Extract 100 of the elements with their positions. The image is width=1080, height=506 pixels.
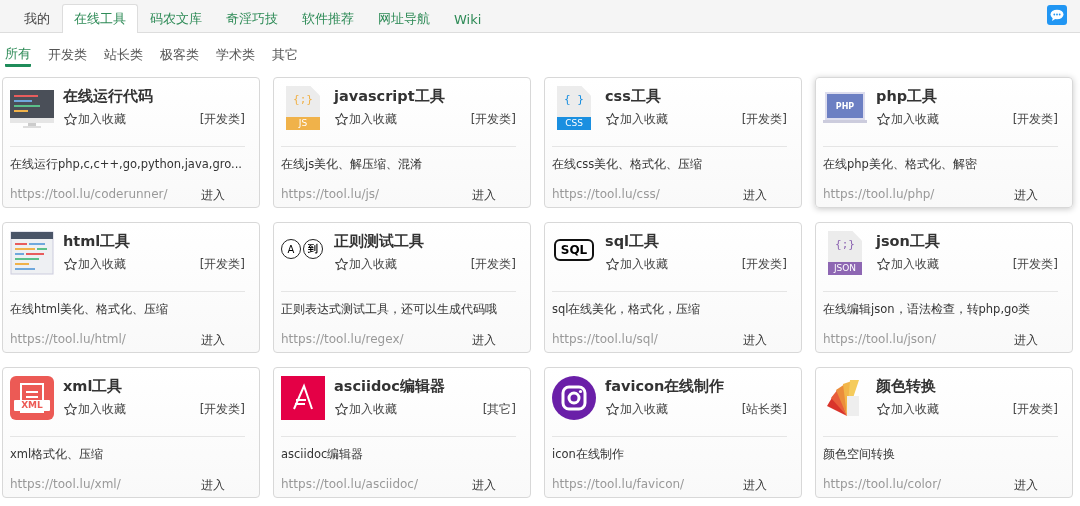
category-label[interactable]: [站长类] — [741, 401, 787, 418]
tool-description: asciidoc编辑器 — [281, 447, 365, 462]
favorite-button[interactable]: 加入收藏 — [876, 256, 939, 273]
favorite-button[interactable]: 加入收藏 — [334, 111, 397, 128]
enter-link[interactable]: 进入 — [472, 187, 496, 204]
filter-tab[interactable]: 站长类 — [104, 43, 143, 67]
star-icon — [334, 112, 349, 127]
tool-title[interactable]: asciidoc编辑器 — [334, 377, 516, 396]
document-icon: XML — [10, 376, 54, 420]
filter-tab[interactable]: 所有 — [5, 43, 31, 67]
tool-url: https://tool.lu/html/ — [10, 332, 126, 348]
enter-link[interactable]: 进入 — [743, 332, 767, 349]
filter-tab[interactable]: 开发类 — [48, 43, 87, 67]
category-label[interactable]: [开发类] — [1012, 401, 1058, 418]
tool-description: 在线运行php,c,c++,go,python,java,gro... — [10, 157, 243, 172]
tool-url: https://tool.lu/coderunner/ — [10, 187, 168, 203]
filter-tab[interactable]: 学术类 — [216, 43, 255, 67]
tool-url: https://tool.lu/json/ — [823, 332, 937, 348]
star-icon — [876, 402, 891, 417]
tool-url: https://tool.lu/php/ — [823, 187, 935, 203]
tool-title[interactable]: favicon在线制作 — [605, 377, 787, 396]
tool-description: 在线html美化、格式化、压缩 — [10, 302, 170, 317]
tool-title[interactable]: 颜色转换 — [876, 377, 1058, 396]
category-label[interactable]: [开发类] — [741, 256, 787, 273]
category-label[interactable]: [开发类] — [741, 111, 787, 128]
star-icon — [63, 402, 78, 417]
favorite-button[interactable]: 加入收藏 — [605, 401, 668, 418]
category-label[interactable]: [其它] — [482, 401, 516, 418]
filter-tab[interactable]: 其它 — [272, 43, 298, 67]
tool-title[interactable]: sql工具 — [605, 232, 787, 251]
filter-tab[interactable]: 极客类 — [160, 43, 199, 67]
favorite-button[interactable]: 加入收藏 — [334, 256, 397, 273]
tool-url: https://tool.lu/regex/ — [281, 332, 404, 348]
star-icon — [63, 257, 78, 272]
enter-link[interactable]: 进入 — [201, 187, 225, 204]
category-label[interactable]: [开发类] — [199, 256, 245, 273]
favorite-button[interactable]: 加入收藏 — [605, 111, 668, 128]
camera-icon — [552, 376, 596, 420]
tool-title[interactable]: css工具 — [605, 87, 787, 106]
category-label[interactable]: [开发类] — [199, 111, 245, 128]
tool-url: https://tool.lu/sql/ — [552, 332, 658, 348]
file-icon: {;} JS — [286, 86, 320, 130]
tool-url: https://tool.lu/favicon/ — [552, 477, 685, 493]
tool-title[interactable]: json工具 — [876, 232, 1058, 251]
tab[interactable]: 码农文库 — [138, 4, 214, 33]
star-icon — [334, 402, 349, 417]
tool-url: https://tool.lu/asciidoc/ — [281, 477, 418, 493]
enter-link[interactable]: 进入 — [472, 332, 496, 349]
star-icon — [605, 112, 620, 127]
star-icon — [876, 112, 891, 127]
tool-description: icon在线制作 — [552, 447, 625, 462]
tool-description: xml格式化、压缩 — [10, 447, 105, 462]
star-icon — [605, 257, 620, 272]
tool-url: https://tool.lu/js/ — [281, 187, 380, 203]
favorite-button[interactable]: 加入收藏 — [63, 401, 126, 418]
tab[interactable]: 我的 — [12, 4, 62, 33]
favorite-button[interactable]: 加入收藏 — [605, 256, 668, 273]
enter-link[interactable]: 进入 — [1014, 477, 1038, 494]
enter-link[interactable]: 进入 — [1014, 187, 1038, 204]
enter-link[interactable]: 进入 — [743, 187, 767, 204]
enter-link[interactable]: 进入 — [472, 477, 496, 494]
star-icon — [876, 257, 891, 272]
favorite-button[interactable]: 加入收藏 — [876, 111, 939, 128]
category-label[interactable]: [开发类] — [1012, 111, 1058, 128]
star-icon — [334, 257, 349, 272]
sql-icon: SQL — [554, 239, 594, 261]
enter-link[interactable]: 进入 — [1014, 332, 1038, 349]
tool-title[interactable]: html工具 — [63, 232, 245, 251]
favorite-button[interactable]: 加入收藏 — [334, 401, 397, 418]
enter-link[interactable]: 进入 — [743, 477, 767, 494]
asciidoc-icon — [281, 376, 325, 420]
favorite-button[interactable]: 加入收藏 — [63, 256, 126, 273]
tool-url: https://tool.lu/color/ — [823, 477, 942, 493]
category-label[interactable]: [开发类] — [1012, 256, 1058, 273]
favorite-button[interactable]: 加入收藏 — [63, 111, 126, 128]
tool-title[interactable]: php工具 — [876, 87, 1058, 106]
tool-title[interactable]: javascript工具 — [334, 87, 516, 106]
tool-url: https://tool.lu/xml/ — [10, 477, 121, 493]
tool-description: 在线php美化、格式化、解密 — [823, 157, 978, 172]
tool-url: https://tool.lu/css/ — [552, 187, 660, 203]
favorite-button[interactable]: 加入收藏 — [876, 401, 939, 418]
tool-description: 正则表达式测试工具，还可以生成代码哦 — [281, 302, 498, 317]
enter-link[interactable]: 进入 — [201, 332, 225, 349]
tool-title[interactable]: 正则测试工具 — [334, 232, 516, 251]
category-label[interactable]: [开发类] — [199, 401, 245, 418]
tool-description: 在线编辑json，语法检查，转php,go类 — [823, 302, 1032, 317]
enter-link[interactable]: 进入 — [201, 477, 225, 494]
tool-title[interactable]: xml工具 — [63, 377, 245, 396]
tab[interactable]: Wiki — [442, 4, 494, 33]
file-icon: { } CSS — [557, 86, 591, 130]
tab[interactable]: 在线工具 — [62, 4, 138, 33]
tool-title[interactable]: 在线运行代码 — [63, 87, 245, 106]
chat-icon[interactable] — [1047, 5, 1067, 25]
tab[interactable]: 网址导航 — [366, 4, 442, 33]
code-page-icon — [10, 231, 54, 275]
category-label[interactable]: [开发类] — [470, 256, 516, 273]
tool-description: 在线js美化、解压缩、混淆 — [281, 157, 424, 172]
tab[interactable]: 奇淫巧技 — [214, 4, 290, 33]
tab[interactable]: 软件推荐 — [290, 4, 366, 33]
category-label[interactable]: [开发类] — [470, 111, 516, 128]
